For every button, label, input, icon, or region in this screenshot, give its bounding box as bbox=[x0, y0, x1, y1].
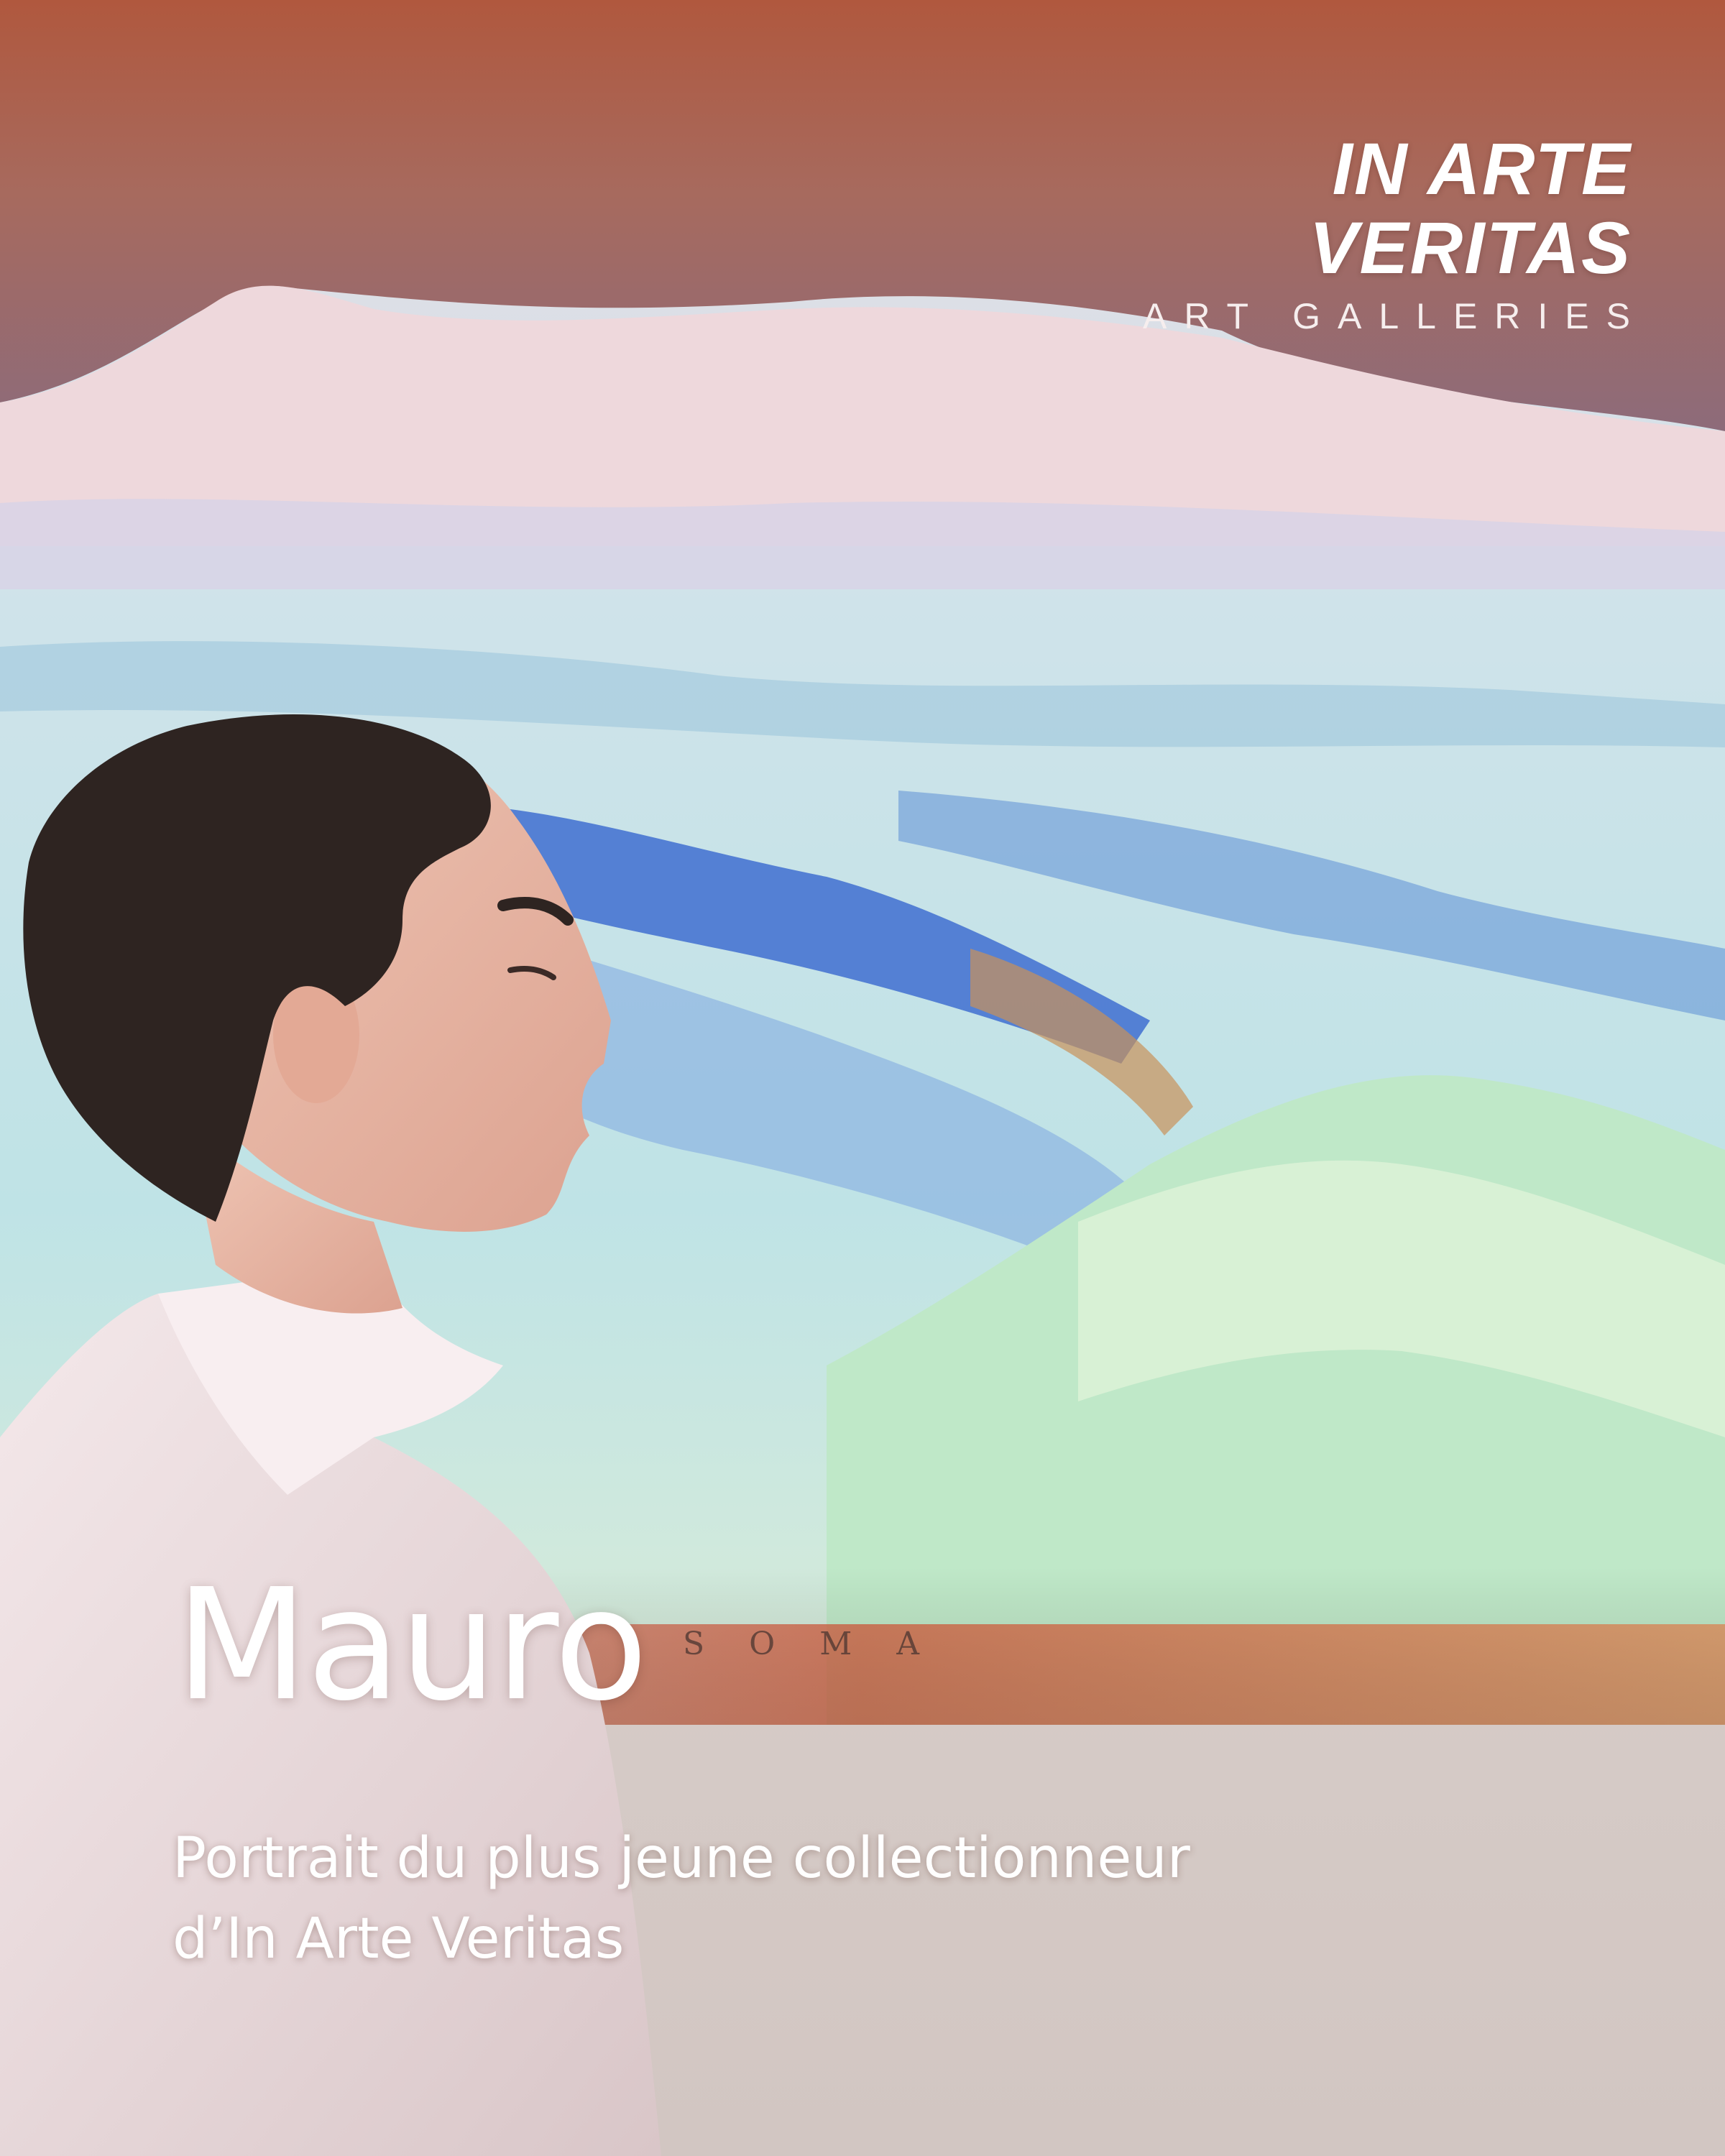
subtitle-line-2: d’In Arte Veritas bbox=[172, 1907, 625, 1971]
logo-wordmark: IN ARTE VERITAS bbox=[1309, 128, 1632, 289]
subtitle: Portrait du plus jeune collectionneur d’… bbox=[172, 1818, 1394, 1979]
poster: SOMA IN ARTE VERITAS ART GALLERIES Mauro… bbox=[0, 0, 1725, 2156]
gallery-logo: IN ARTE VERITAS ART GALLERIES bbox=[1078, 129, 1632, 338]
page-title: Mauro bbox=[175, 1556, 648, 1735]
logo-tagline: ART GALLERIES bbox=[1143, 296, 1647, 336]
painting-signature: SOMA bbox=[683, 1626, 965, 1662]
subtitle-line-1: Portrait du plus jeune collectionneur bbox=[172, 1826, 1190, 1891]
